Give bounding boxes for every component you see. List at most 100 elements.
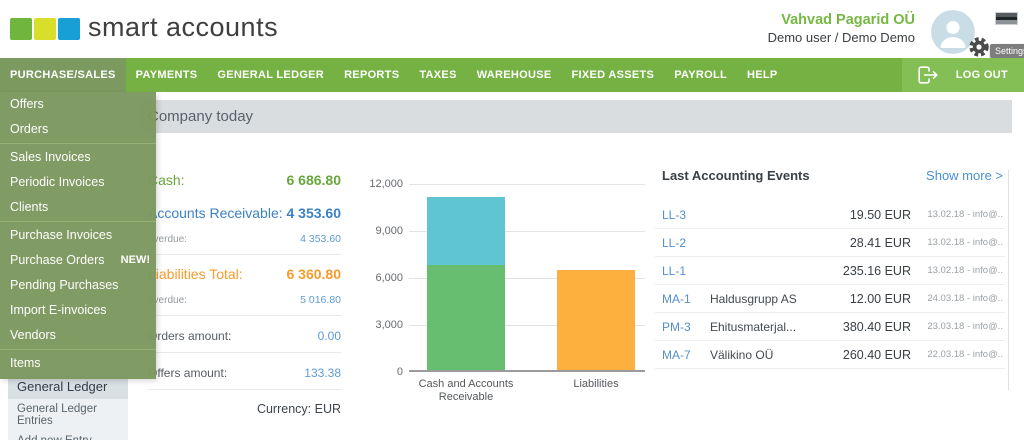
menu-item-offers[interactable]: Offers	[0, 92, 156, 117]
orders-amount-value: 0.00	[317, 329, 341, 343]
cash-row: Cash: 6 686.80	[140, 172, 341, 188]
chart-segment-liabilities	[557, 270, 635, 370]
nav-item-taxes[interactable]: TAXES	[409, 58, 466, 92]
show-more-link[interactable]: Show more >	[926, 168, 1003, 183]
app-screen: smart accounts Vahvad Pagarid OÜ Demo us…	[0, 0, 1024, 440]
menu-item-purchase-invoices[interactable]: Purchase Invoices	[0, 223, 156, 248]
liabilities-label: Liabilities Total:	[148, 266, 243, 282]
liabilities-row: Liabilities Total: 6 360.80	[140, 266, 341, 282]
liabilities-value: 6 360.80	[286, 266, 342, 282]
menu-divider	[0, 143, 156, 144]
menu-item-sales-invoices[interactable]: Sales Invoices	[0, 145, 156, 170]
chart-y-axis: 0 3,000 6,000 9,000 12,000	[365, 178, 403, 378]
menu-item-orders[interactable]: Orders	[0, 117, 156, 142]
chart-bar-cash-and-accounts-receivable	[427, 197, 505, 370]
event-name: Välikino OÜ	[710, 347, 774, 362]
page-title-bar: Company today	[140, 100, 1012, 133]
event-amount: 260.40 EUR	[842, 347, 911, 362]
events-scrollbar	[1008, 170, 1009, 390]
language-flag-icon[interactable]	[995, 12, 1018, 25]
chart-ytick-label: 0	[396, 366, 403, 378]
sidebar-item-general-ledger-entries[interactable]: General Ledger Entries	[8, 399, 128, 431]
last-accounting-events-panel: Last Accounting Events Show more > LL-3 1…	[655, 168, 1005, 369]
user-name: Demo user / Demo Demo	[767, 30, 915, 45]
event-meta: 23.03.18 - info@..	[927, 321, 1003, 332]
chart-ytick-label: 12,000	[369, 178, 403, 190]
event-doc-link[interactable]: MA-7	[662, 348, 710, 362]
menu-item-label: Periodic Invoices	[10, 175, 105, 189]
nav-items: PURCHASE/SALES PAYMENTS GENERAL LEDGER REPO…	[0, 58, 788, 92]
menu-item-clients[interactable]: Clients	[0, 195, 156, 220]
event-row: PM-3 Ehitusmaterjal... 380.40 EUR 23.03.18 …	[655, 313, 1005, 341]
orders-amount-label: Orders amount:	[148, 329, 232, 343]
event-doc-link[interactable]: MA-1	[662, 292, 710, 306]
menu-divider	[0, 349, 156, 350]
event-doc-link[interactable]: LL-2	[662, 236, 710, 250]
menu-item-label: Pending Purchases	[10, 278, 119, 292]
event-meta: 24.03.18 - info@..	[927, 293, 1003, 304]
menu-item-label: Sales Invoices	[10, 150, 91, 164]
nav-item-purchase-sales[interactable]: PURCHASE/SALES	[0, 58, 126, 92]
settings-tooltip: Settings	[990, 44, 1024, 58]
menu-item-items[interactable]: Items	[0, 351, 156, 376]
events-title: Last Accounting Events	[662, 168, 810, 183]
event-row: LL-2 28.41 EUR 13.02.18 - info@..	[655, 229, 1005, 257]
event-row: MA-7 Välikino OÜ 260.40 EUR 22.03.18 - info…	[655, 341, 1005, 369]
logout-icon	[918, 66, 938, 84]
event-doc-link[interactable]: PM-3	[662, 320, 710, 334]
event-amount: 19.50 EUR	[849, 207, 911, 222]
events-header: Last Accounting Events Show more >	[655, 168, 1005, 194]
chart-bar-liabilities	[557, 270, 635, 370]
nav-item-fixed-assets[interactable]: FIXED ASSETS	[562, 58, 665, 92]
left-sidebar: General LedgerGeneral Ledger EntriesAdd …	[8, 375, 128, 440]
chart-segment-accounts-receivable	[427, 197, 505, 266]
divider	[148, 254, 341, 255]
logout-button[interactable]: LOG OUT	[956, 69, 1008, 81]
logo-text: smart accounts	[88, 12, 279, 42]
event-row: LL-1 235.16 EUR 13.02.18 - info@..	[655, 257, 1005, 285]
menu-item-import-e-invoices[interactable]: Import E-invoices	[0, 298, 156, 323]
nav-item-warehouse[interactable]: WAREHOUSE	[467, 58, 562, 92]
chart-xtick-label: Liabilities	[573, 378, 619, 390]
page-title: Company today	[148, 108, 254, 125]
logout-area[interactable]: LOG OUT	[902, 58, 1024, 92]
offers-amount-row: Offers amount: 133.38	[140, 366, 341, 380]
menu-item-label: Vendors	[10, 328, 56, 342]
event-doc-link[interactable]: LL-3	[662, 208, 710, 222]
event-row: MA-1 Haldusgrupp AS 12.00 EUR 24.03.18 - in…	[655, 285, 1005, 313]
event-amount: 12.00 EUR	[849, 291, 911, 306]
menu-item-vendors[interactable]: Vendors	[0, 323, 156, 348]
sidebar-item-add-new-entry[interactable]: Add new Entry	[8, 431, 128, 440]
nav-item-help[interactable]: HELP	[737, 58, 788, 92]
logo-square-green-icon	[10, 17, 32, 40]
new-badge: NEW!	[120, 254, 150, 266]
nav-item-reports[interactable]: REPORTS	[334, 58, 409, 92]
app-logo: smart accounts	[10, 12, 279, 43]
menu-item-label: Purchase Invoices	[10, 228, 113, 242]
nav-item-payroll[interactable]: PAYROLL	[664, 58, 737, 92]
event-doc-link[interactable]: LL-1	[662, 264, 710, 278]
menu-item-purchase-orders[interactable]: Purchase Orders NEW!	[0, 248, 156, 273]
nav-item-general-ledger[interactable]: GENERAL LEDGER	[207, 58, 334, 92]
menu-item-periodic-invoices[interactable]: Periodic Invoices	[0, 170, 156, 195]
settings-button[interactable]	[968, 36, 990, 58]
gear-icon	[969, 37, 989, 57]
accounts-receivable-row: Accounts Receivable: 4 353.60	[140, 205, 341, 221]
orders-amount-row: Orders amount: 0.00	[140, 329, 341, 343]
menu-item-pending-purchases[interactable]: Pending Purchases	[0, 273, 156, 298]
menu-divider	[0, 221, 156, 222]
chart-ytick-label: 9,000	[375, 225, 403, 237]
event-meta: 13.02.18 - info@..	[927, 265, 1003, 276]
event-amount: 235.16 EUR	[842, 263, 911, 278]
overdue-value: 5 016.80	[300, 294, 341, 306]
menu-item-label: Items	[10, 356, 41, 370]
nav-item-payments[interactable]: PAYMENTS	[126, 58, 208, 92]
accounts-receivable-value: 4 353.60	[286, 205, 342, 221]
menu-item-label: Import E-invoices	[10, 303, 107, 317]
chart-ytick-label: 6,000	[375, 272, 403, 284]
cash-value: 6 686.80	[286, 172, 342, 188]
company-name[interactable]: Vahvad Pagarid OÜ	[768, 11, 915, 29]
menu-item-label: Orders	[10, 122, 49, 136]
chart-ytick-label: 3,000	[375, 319, 403, 331]
event-name: Haldusgrupp AS	[710, 291, 797, 306]
